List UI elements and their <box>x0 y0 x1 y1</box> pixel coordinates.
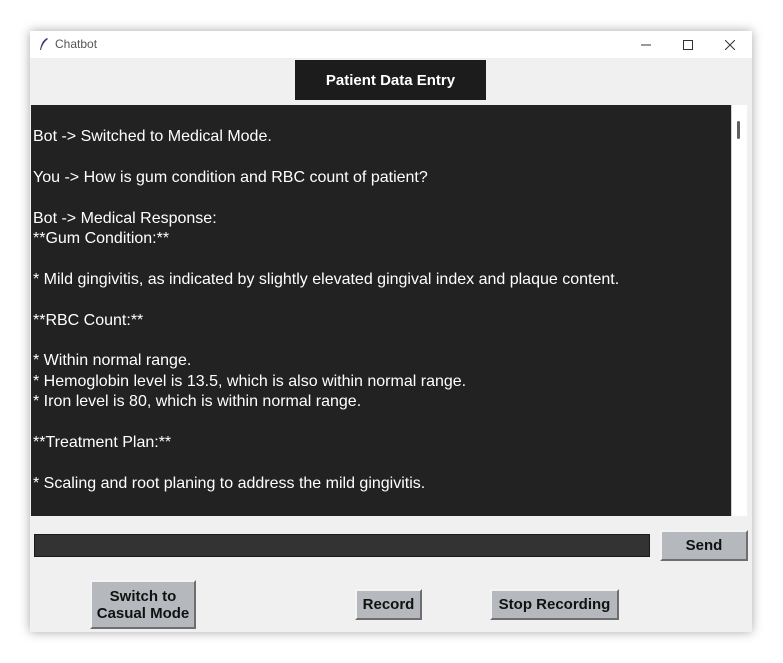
record-button[interactable]: Record <box>355 589 422 620</box>
maximize-icon <box>683 39 693 50</box>
close-icon <box>725 39 735 50</box>
chat-message-line: * Iron level is 80, which is within norm… <box>33 393 362 411</box>
chat-message-line <box>33 249 731 269</box>
chat-message-line <box>33 331 731 351</box>
chat-message-line <box>33 290 731 310</box>
chat-message-line: **Treatment Plan:** <box>33 433 172 451</box>
switch-button-line1: Switch to <box>109 587 177 605</box>
chat-message-line: Bot -> Medical Response: <box>33 209 217 227</box>
window-title: Chatbot <box>55 37 98 51</box>
chat-message-line <box>33 453 731 473</box>
chat-message-line: You -> How is gum condition and RBC coun… <box>33 168 428 186</box>
chat-message-line: * Hemoglobin level is 13.5, which is als… <box>33 372 467 390</box>
close-button[interactable] <box>708 31 752 58</box>
stop-recording-button[interactable]: Stop Recording <box>490 589 619 620</box>
chat-display[interactable]: Bot -> Switched to Medical Mode. You -> H… <box>31 105 731 516</box>
scrollbar-thumb[interactable] <box>737 121 740 139</box>
chat-message-line: Bot -> Switched to Medical Mode. <box>33 128 272 145</box>
minimize-button[interactable] <box>624 31 668 58</box>
chat-message-line: **RBC Count:** <box>33 311 144 329</box>
switch-button-line2: Casual Mode <box>96 604 190 622</box>
chatbot-window: Chatbot Patient Data Entry Bot -> Switch… <box>30 31 752 632</box>
chat-message-line: **Gum Condition:** <box>33 229 170 247</box>
patient-data-entry-button[interactable]: Patient Data Entry <box>295 60 486 100</box>
chat-message-line: * Within normal range. <box>33 352 192 370</box>
switch-casual-mode-button[interactable]: Switch to Casual Mode <box>90 580 196 629</box>
minimize-icon <box>641 44 651 45</box>
chat-message-line <box>33 412 731 432</box>
title-bar[interactable]: Chatbot <box>30 31 752 58</box>
message-input[interactable] <box>34 534 650 557</box>
maximize-button[interactable] <box>666 31 710 58</box>
chat-scrollbar[interactable] <box>731 105 747 516</box>
send-button[interactable]: Send <box>660 530 748 561</box>
chat-message-line: * Mild gingivitis, as indicated by sligh… <box>33 270 620 288</box>
chat-message-line: * Scaling and root planing to address th… <box>33 474 426 492</box>
feather-icon <box>40 38 48 50</box>
chat-message-line <box>33 188 731 208</box>
chat-message-line <box>33 147 731 167</box>
